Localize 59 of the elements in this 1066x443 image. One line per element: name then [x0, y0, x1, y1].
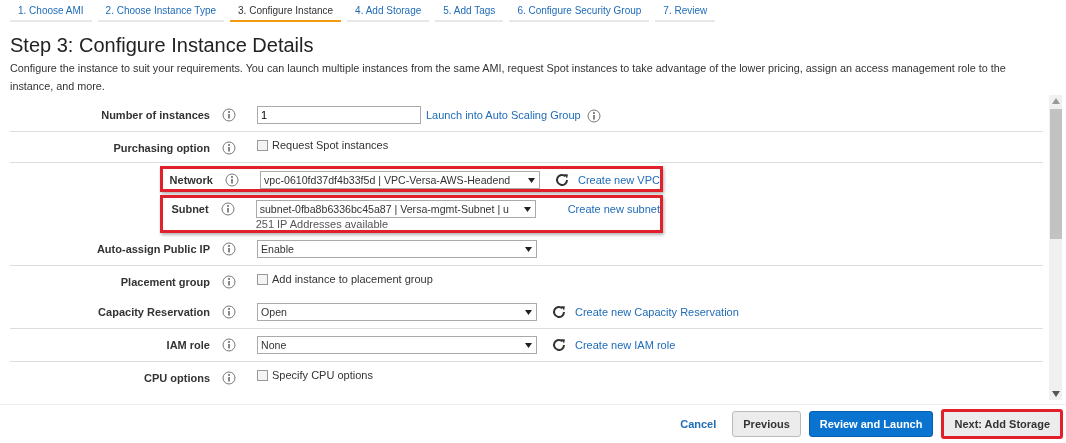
create-link[interactable]: Create new VPC: [578, 174, 660, 186]
dropdown-select[interactable]: Open: [257, 303, 537, 321]
field-label: Number of instances: [100, 108, 210, 121]
wizard-step-tab[interactable]: 7. Review: [655, 2, 716, 22]
info-icon[interactable]: [222, 338, 236, 352]
dropdown-select[interactable]: Enable: [257, 240, 537, 258]
field-label: Purchasing option: [112, 141, 210, 154]
create-link[interactable]: Create new subnet: [567, 203, 660, 215]
info-icon[interactable]: [222, 141, 236, 155]
caret-icon[interactable]: [528, 177, 535, 183]
dropdown-select[interactable]: None: [257, 336, 537, 354]
caret-icon[interactable]: [525, 342, 532, 348]
checkbox-option[interactable]: Specify CPU options: [257, 369, 373, 381]
wizard-step-tab[interactable]: 3. Configure Instance: [230, 2, 342, 22]
info-icon[interactable]: [222, 108, 236, 122]
scrollbar[interactable]: [1049, 95, 1062, 400]
info-icon[interactable]: [222, 371, 236, 385]
field-label: Network: [168, 173, 213, 186]
field-label: Capacity Reservation: [97, 305, 210, 318]
instance-count-field[interactable]: 1: [257, 106, 421, 124]
checkbox-option[interactable]: Add instance to placement group: [257, 273, 433, 285]
scrollbar-thumb[interactable]: [1049, 109, 1062, 239]
wizard-step-tab[interactable]: 2. Choose Instance Type: [97, 2, 225, 22]
wizard-button[interactable]: Review and Launch: [808, 411, 934, 437]
wizard-button[interactable]: Next: Add Storage: [941, 409, 1063, 439]
field-label: IAM role: [165, 338, 210, 351]
info-icon[interactable]: [222, 305, 236, 319]
info-icon[interactable]: [220, 202, 235, 216]
wizard-step-tab[interactable]: 1. Choose AMI: [10, 2, 92, 22]
auto-scaling-link[interactable]: Launch into Auto Scaling Group: [426, 109, 581, 121]
create-link[interactable]: Create new IAM role: [575, 339, 676, 351]
checkbox-option[interactable]: Request Spot instances: [257, 139, 389, 151]
info-icon[interactable]: [586, 109, 601, 123]
refresh-icon[interactable]: [554, 172, 570, 188]
caret-icon[interactable]: [525, 309, 532, 315]
info-icon[interactable]: [225, 173, 239, 187]
field-label: CPU options: [143, 371, 210, 384]
refresh-icon[interactable]: [551, 337, 567, 353]
create-link[interactable]: Create new Capacity Reservation: [575, 306, 739, 318]
wizard-step-tab[interactable]: 5. Add Tags: [435, 2, 504, 22]
caret-icon[interactable]: [523, 206, 531, 212]
wizard-step-tab[interactable]: 4. Add Storage: [347, 2, 430, 22]
dropdown-select[interactable]: vpc-0610fd37df4b33f5d | VPC-Versa-AWS-Headend: [260, 171, 540, 189]
field-label: Auto-assign Public IP: [95, 242, 210, 255]
scroll-up-icon[interactable]: [1051, 98, 1060, 104]
refresh-icon[interactable]: [551, 304, 567, 320]
field-label: Placement group: [119, 275, 210, 288]
ip-count-note: 251 IP Addresses available: [255, 218, 390, 230]
info-icon[interactable]: [222, 275, 236, 289]
page-description: Configure the instance to suit your requirements. You can launch multiple instances from the same AMI, request Spot instances to take advantage of the lower pricing, assign an access management role to the instance, and more.: [10, 61, 1007, 94]
wizard-step-tab[interactable]: 6. Configure Security Group: [509, 2, 650, 22]
scroll-down-icon[interactable]: [1051, 391, 1060, 397]
dropdown-select[interactable]: subnet-0fba8b6336bc45a87 | Versa-mgmt-Subnet | u: [255, 200, 536, 218]
page-title: Step 3: Configure Instance Details: [10, 34, 315, 57]
wizard-button[interactable]: Previous: [732, 411, 801, 437]
field-label: Subnet: [170, 202, 209, 215]
cancel-link[interactable]: Cancel: [680, 418, 717, 430]
caret-icon[interactable]: [525, 246, 532, 252]
info-icon[interactable]: [222, 242, 236, 256]
